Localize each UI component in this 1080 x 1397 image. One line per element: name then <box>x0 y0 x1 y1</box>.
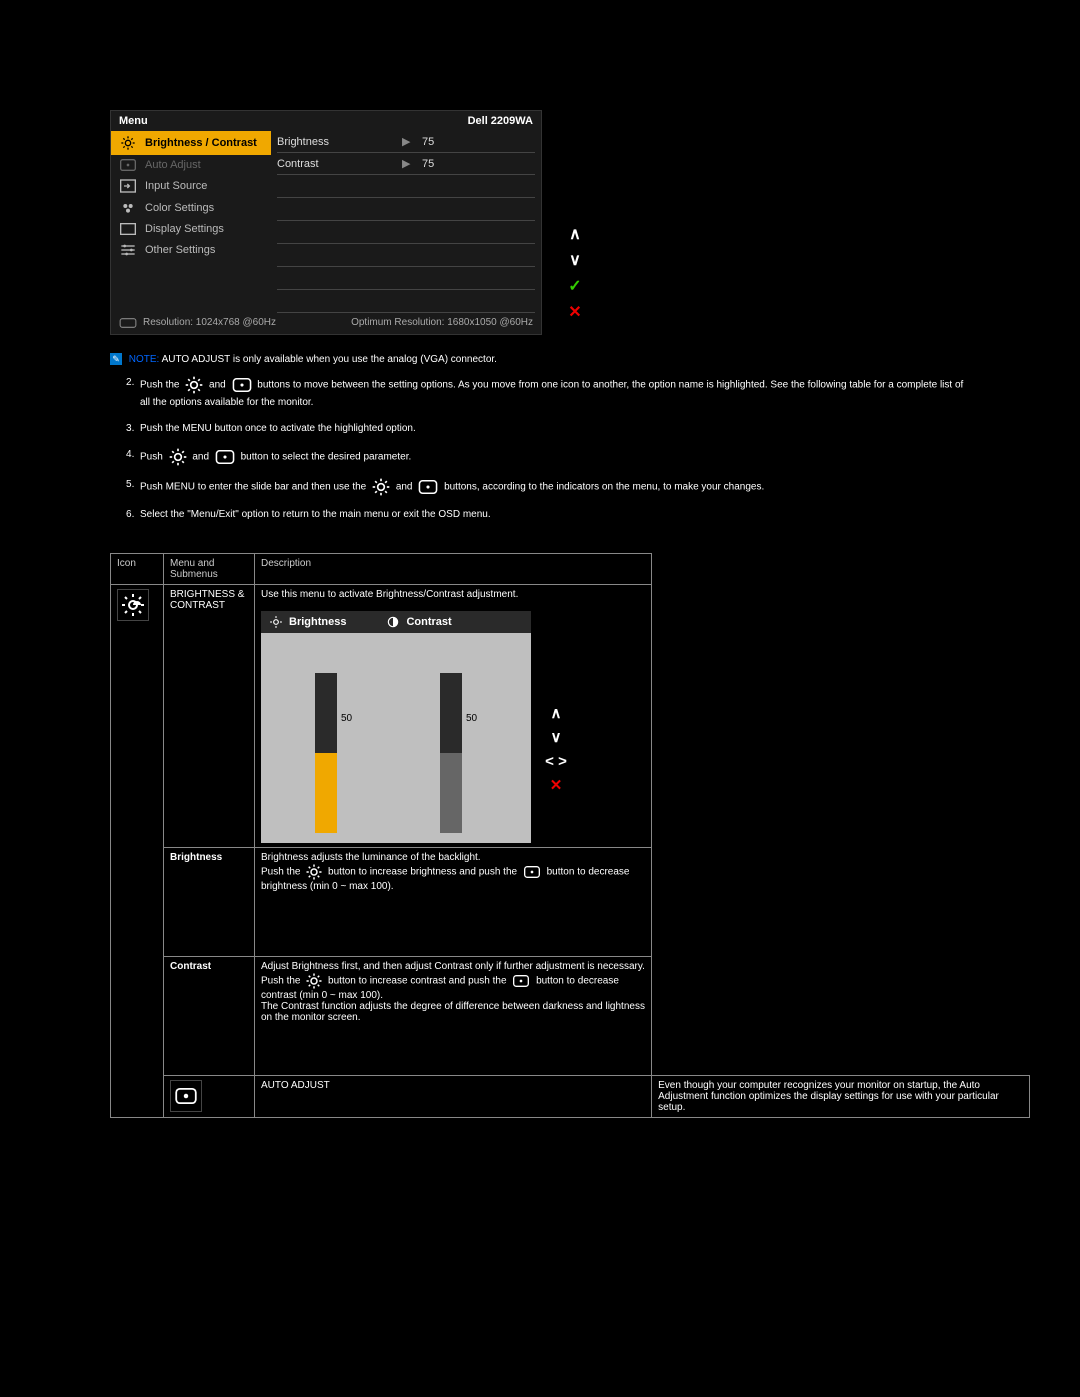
menu-label: Brightness / Contrast <box>145 137 257 149</box>
brightness-icon <box>119 135 137 151</box>
menu-label: Input Source <box>145 180 207 192</box>
triangle-right-icon: ▶ <box>402 135 422 148</box>
menu-item-other-settings[interactable]: Other Settings <box>111 239 271 261</box>
brightness-icon <box>184 375 204 395</box>
menu-item-brightness[interactable]: Brightness / Contrast <box>111 131 271 155</box>
auto-adjust-icon <box>119 159 137 171</box>
auto-adjust-icon <box>417 480 439 494</box>
th-icon: Icon <box>111 554 164 585</box>
down-button[interactable]: ∨ <box>543 725 569 749</box>
row-menu: AUTO ADJUST <box>255 1076 652 1118</box>
brightness-icon <box>371 477 391 497</box>
th-menu: Menu and Submenus <box>164 554 255 585</box>
brightness-icon <box>168 447 188 467</box>
row-desc: Use this menu to activate Brightness/Con… <box>261 589 645 600</box>
left-right-button[interactable]: < > <box>543 749 569 773</box>
note-icon: ✎ <box>110 353 122 365</box>
auto-adjust-icon <box>511 975 531 987</box>
note: ✎ NOTE: AUTO ADJUST is only available wh… <box>110 353 970 365</box>
menu-label: Auto Adjust <box>145 159 201 171</box>
menu-item-auto-adjust[interactable]: Auto Adjust <box>111 155 271 175</box>
menu-item-color-settings[interactable]: Color Settings <box>111 197 271 219</box>
up-button[interactable]: ∧ <box>543 701 569 725</box>
contrast-icon <box>386 615 400 629</box>
input-source-icon <box>119 179 137 193</box>
menu-label: Other Settings <box>145 244 215 256</box>
ok-button[interactable]: ✓ <box>561 273 589 299</box>
menu-label: Display Settings <box>145 223 224 235</box>
row-menu: BRIGHTNESS & CONTRAST <box>164 585 255 848</box>
brightness-icon <box>269 615 283 629</box>
th-desc: Description <box>255 554 652 585</box>
foot-left: Resolution: 1024x768 @60Hz <box>143 317 276 328</box>
menu-label: Color Settings <box>145 202 214 214</box>
instruction-list: Push the and buttons to move between the… <box>126 375 970 523</box>
menu-item-input-source[interactable]: Input Source <box>111 175 271 197</box>
close-button[interactable]: ✕ <box>543 773 569 797</box>
auto-adjust-icon <box>231 378 253 392</box>
osd-row-contrast[interactable]: Contrast ▶ 75 <box>277 153 535 175</box>
step-6: Select the "Menu/Exit" option to return … <box>126 507 970 523</box>
other-settings-icon <box>119 243 137 257</box>
display-settings-icon <box>119 223 137 235</box>
options-table: Icon Menu and Submenus Description BRIGH… <box>110 553 1030 1118</box>
osd-menu: Menu Dell 2209WA Brightness / Contrast A… <box>110 110 542 335</box>
step-4: Push and button to select the desired pa… <box>126 447 970 467</box>
osd-title-right: Dell 2209WA <box>468 115 533 127</box>
row-desc: Even though your computer recognizes you… <box>652 1076 1030 1118</box>
color-settings-icon <box>119 201 137 215</box>
up-button[interactable]: ∧ <box>561 221 589 247</box>
step-2: Push the and buttons to move between the… <box>126 375 970 411</box>
step-3: Push the MENU button once to activate th… <box>126 421 970 437</box>
row-menu: Brightness <box>164 848 255 957</box>
auto-adjust-icon <box>214 450 236 464</box>
osd-side-buttons: ∧ ∨ ✓ ✕ <box>561 221 589 325</box>
brightness-icon <box>305 863 323 881</box>
auto-adjust-icon <box>170 1080 202 1112</box>
row-menu: Contrast <box>164 957 255 1076</box>
brightness-contrast-illustration: Brightness Contrast 50 50 ∧ ∨ <box>261 611 531 843</box>
triangle-right-icon: ▶ <box>402 157 422 170</box>
brightness-icon <box>305 972 323 990</box>
step-5: Push MENU to enter the slide bar and the… <box>126 477 970 497</box>
auto-adjust-icon <box>522 866 542 878</box>
down-button[interactable]: ∨ <box>561 247 589 273</box>
brightness-icon <box>117 589 149 621</box>
close-button[interactable]: ✕ <box>561 299 589 325</box>
resolution-icon <box>119 318 137 328</box>
menu-item-display-settings[interactable]: Display Settings <box>111 219 271 239</box>
osd-title-left: Menu <box>119 115 148 127</box>
foot-right: Optimum Resolution: 1680x1050 @60Hz <box>351 317 533 328</box>
osd-row-brightness[interactable]: Brightness ▶ 75 <box>277 131 535 153</box>
